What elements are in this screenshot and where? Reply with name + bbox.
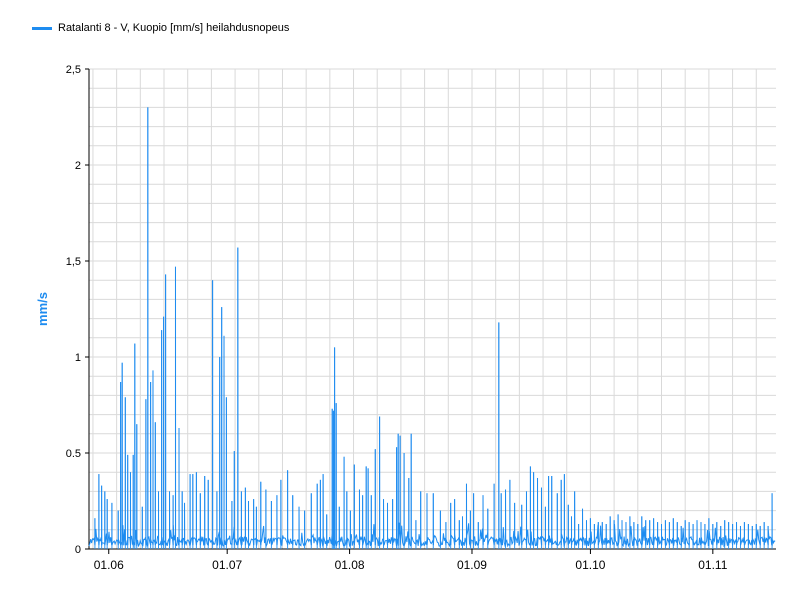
x-tick-label: 01.08 — [335, 558, 365, 572]
y-tick-label: 1,5 — [66, 256, 81, 268]
y-tick-label: 2,5 — [66, 64, 81, 76]
x-tick-label: 01.11 — [698, 558, 727, 572]
series-line — [88, 107, 776, 548]
y-tick-label: 2 — [75, 160, 81, 172]
y-axis-label: mm/s — [35, 292, 50, 326]
chart-axes — [85, 68, 776, 554]
x-tick-label: 01.07 — [212, 558, 242, 572]
chart-grid — [89, 68, 776, 549]
x-tick-label: 01.06 — [94, 558, 124, 572]
x-tick-label: 01.09 — [457, 558, 487, 572]
chart-series — [88, 107, 776, 549]
y-tick-label: 0.5 — [66, 448, 81, 460]
y-tick-label: 1 — [75, 352, 81, 364]
y-tick-label: 0 — [75, 544, 81, 556]
line-chart: 0 0.5 1 1,5 2 2,5 01.06 01.07 01.08 01.09 01.10 01.… — [35, 64, 776, 572]
x-tick-label: 01.10 — [575, 558, 605, 572]
